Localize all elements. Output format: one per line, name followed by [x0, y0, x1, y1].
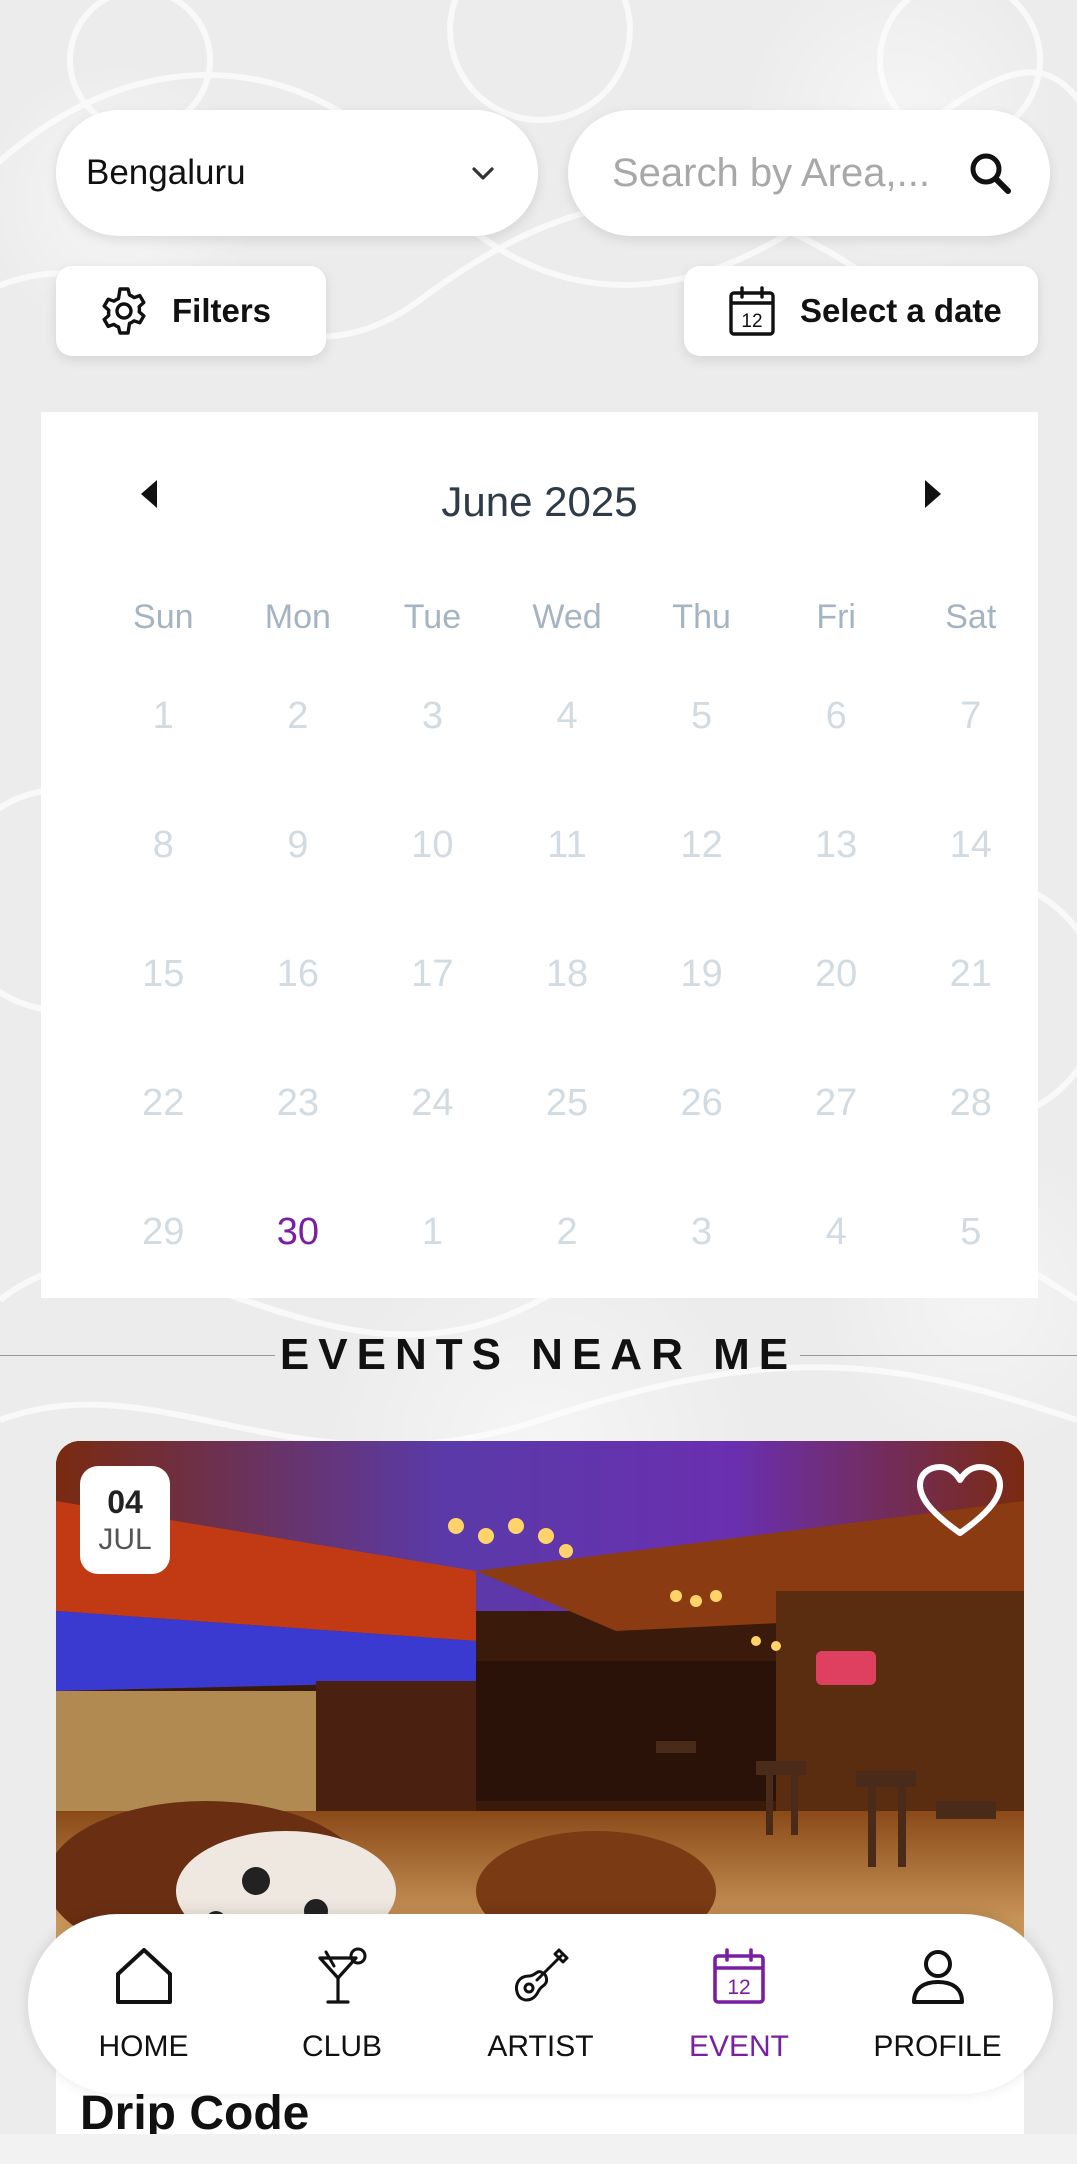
nav-label: EVENT	[688, 2030, 790, 2063]
calendar-day: 3	[421, 695, 444, 737]
nav-label: CLUB	[301, 2030, 383, 2063]
calendar-week-row: 8 9 10 11 12 13 14	[41, 781, 1038, 910]
cocktail-icon	[318, 1947, 367, 2004]
calendar-day: 17	[411, 953, 454, 995]
weekday-label: Fri	[816, 597, 856, 636]
calendar-grid: Sun Mon Tue Wed Thu Fri Sat 1 2 3 4 5 6 …	[41, 582, 1038, 1297]
calendar-day: 23	[276, 1082, 319, 1124]
filters-label: Filters	[172, 292, 272, 329]
calendar-day: 2	[287, 695, 309, 737]
chevron-down-icon	[472, 167, 494, 180]
gear-icon	[102, 287, 146, 335]
calendar-day-today[interactable]: 30	[231, 1211, 366, 1254]
calendar-day: 7	[960, 695, 982, 737]
weekday-label: Thu	[672, 597, 731, 636]
calendar-day: 12	[680, 824, 723, 866]
event-date-day: 04	[107, 1483, 143, 1520]
calendar-day: 3	[691, 1211, 713, 1253]
heart-icon[interactable]	[916, 1463, 1004, 1539]
divider-left	[0, 1355, 275, 1356]
calendar-icon: 12	[713, 1948, 765, 2004]
calendar-day: 14	[949, 824, 992, 866]
weekday-label: Tue	[403, 597, 462, 636]
weekday-label: Mon	[264, 597, 331, 636]
calendar-month-title: June 2025	[441, 478, 638, 525]
calendar-day: 29	[142, 1211, 185, 1253]
select-date-label: Select a date	[800, 292, 1002, 329]
calendar-day: 1	[152, 695, 174, 737]
nav-item-event[interactable]: 12 EVENT	[652, 1929, 827, 2079]
calendar-day: 13	[815, 824, 858, 866]
select-date-button[interactable]: 12 Select a date	[684, 266, 1038, 356]
calendar-week-row: 29 30 1 2 3 4 5	[41, 1168, 1038, 1297]
calendar-day: 4	[556, 695, 578, 737]
events-section-heading: EVENTS NEAR ME	[0, 1330, 1077, 1380]
date-picker-calendar: June 2025 Sun Mon Tue Wed Thu Fri Sat 1 …	[41, 412, 1038, 1298]
calendar-week-row: 1 2 3 4 5 6 7	[41, 652, 1038, 781]
calendar-day: 21	[949, 953, 992, 995]
bottom-navigation: HOME CLUB ARTIST 12 EVENT PROFILE	[28, 1914, 1053, 2094]
calendar-day: 25	[545, 1082, 589, 1124]
calendar-day: 27	[815, 1082, 858, 1124]
calendar-day: 8	[152, 824, 174, 866]
nav-label: PROFILE	[873, 2030, 1002, 2063]
city-dropdown-label: Bengaluru	[86, 153, 246, 192]
calendar-day: 9	[287, 824, 309, 866]
calendar-day: 24	[411, 1082, 454, 1124]
event-title: Drip Code	[80, 2087, 310, 2140]
calendar-day: 28	[949, 1082, 992, 1124]
calendar-day: 19	[680, 953, 723, 995]
search-icon[interactable]	[966, 149, 1014, 197]
system-nav-bar	[0, 2134, 1077, 2164]
calendar-icon-number: 12	[741, 311, 762, 332]
home-icon	[115, 1948, 172, 2004]
calendar-day: 26	[680, 1082, 723, 1124]
nav-item-club[interactable]: CLUB	[255, 1929, 430, 2079]
weekday-label: Wed	[532, 597, 602, 636]
search-input[interactable]	[612, 150, 966, 196]
calendar-day: 4	[825, 1211, 847, 1253]
calendar-week-row: 22 23 24 25 26 27 28	[41, 1039, 1038, 1168]
calendar-icon: 12	[729, 286, 775, 336]
calendar-day: 5	[960, 1211, 982, 1253]
nav-label: ARTIST	[487, 2030, 594, 2063]
next-month-icon[interactable]	[919, 474, 949, 514]
calendar-day: 18	[545, 953, 589, 995]
divider-right	[800, 1355, 1077, 1356]
event-venue-image	[56, 1441, 1024, 1961]
user-icon	[911, 1950, 964, 2004]
nav-item-profile[interactable]: PROFILE	[850, 1929, 1025, 2079]
search-bar	[568, 110, 1050, 236]
calendar-day: 11	[547, 824, 587, 866]
event-date-month: JUL	[98, 1522, 152, 1556]
nav-calendar-number: 12	[727, 1976, 750, 1999]
calendar-day: 2	[556, 1211, 578, 1253]
calendar-week-row: 15 16 17 18 19 20 21	[41, 910, 1038, 1039]
calendar-day: 16	[276, 953, 319, 995]
guitar-icon	[514, 1948, 568, 2002]
calendar-day: 1	[421, 1211, 444, 1253]
weekday-label: Sat	[945, 597, 997, 636]
filters-button[interactable]: Filters	[56, 266, 326, 356]
nav-item-artist[interactable]: ARTIST	[453, 1929, 628, 2079]
calendar-day: 22	[142, 1082, 185, 1124]
calendar-header: June 2025	[41, 462, 1038, 542]
calendar-day: 10	[411, 824, 454, 866]
weekday-header-row: Sun Mon Tue Wed Thu Fri Sat	[41, 582, 1038, 652]
calendar-day: 6	[825, 695, 847, 737]
calendar-day: 15	[142, 953, 185, 995]
nav-item-home[interactable]: HOME	[56, 1929, 231, 2079]
calendar-day: 20	[815, 953, 858, 995]
nav-label: HOME	[98, 2030, 189, 2063]
weekday-label: Sun	[133, 597, 194, 636]
event-date-badge: 04 JUL	[80, 1466, 170, 1574]
calendar-day: 5	[691, 695, 713, 737]
section-title: EVENTS NEAR ME	[279, 1330, 798, 1379]
city-dropdown[interactable]: Bengaluru	[56, 110, 538, 236]
